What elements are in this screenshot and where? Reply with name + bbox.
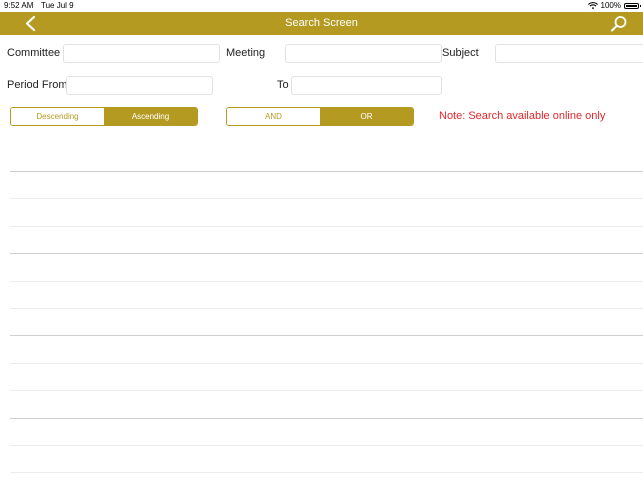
battery-icon — [624, 3, 641, 9]
results-list[interactable] — [10, 171, 643, 482]
ascending-option[interactable]: Ascending — [104, 108, 197, 125]
status-right: 100% — [587, 0, 641, 12]
list-row-separator — [10, 390, 643, 392]
subject-label: Subject — [442, 47, 479, 59]
status-bar: 9:52 AM Tue Jul 9 100% — [0, 0, 643, 12]
nav-bar: Search Screen — [0, 12, 643, 35]
wifi-icon — [587, 2, 598, 10]
page-title: Search Screen — [285, 17, 358, 29]
list-row-separator — [10, 417, 643, 419]
period-from-label: Period From — [7, 79, 68, 91]
to-input[interactable] — [291, 76, 442, 95]
and-option[interactable]: AND — [227, 108, 320, 125]
list-row-separator — [10, 362, 643, 364]
logic-operator-segment: AND OR — [226, 107, 414, 126]
or-option[interactable]: OR — [320, 108, 413, 125]
list-row-separator — [10, 225, 643, 227]
online-note: Note: Search available online only — [439, 110, 606, 122]
magnifier-icon — [611, 16, 627, 32]
search-button[interactable] — [609, 15, 629, 32]
meeting-input[interactable] — [285, 44, 442, 63]
period-from-input[interactable] — [66, 76, 213, 95]
status-date: Tue Jul 9 — [41, 1, 74, 10]
committee-input[interactable] — [63, 44, 220, 63]
list-row-separator — [10, 308, 643, 309]
subject-input[interactable] — [495, 44, 643, 63]
battery-percent: 100% — [600, 1, 621, 10]
list-row-separator — [10, 171, 643, 172]
meeting-label: Meeting — [226, 47, 266, 59]
list-row-separator — [10, 335, 643, 337]
list-row-separator — [10, 253, 643, 255]
committee-label: Committee — [7, 47, 61, 59]
list-row-separator — [10, 472, 643, 474]
to-label: To — [277, 79, 289, 91]
status-time: 9:52 AM — [4, 1, 34, 10]
sort-order-segment: Descending Ascending — [10, 107, 198, 126]
list-row-separator — [10, 198, 643, 200]
list-row-separator — [10, 280, 643, 282]
descending-option[interactable]: Descending — [11, 108, 104, 125]
list-row-separator — [10, 445, 643, 446]
